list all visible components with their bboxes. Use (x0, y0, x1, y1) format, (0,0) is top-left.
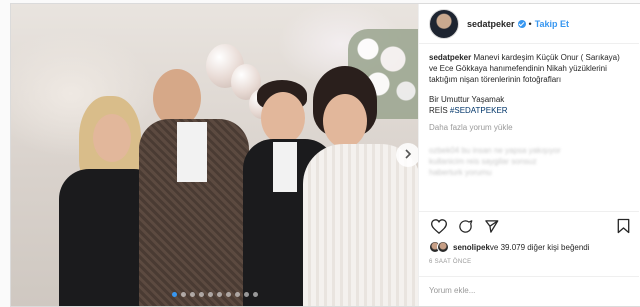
carousel-dot (225, 292, 231, 297)
separator: • (528, 18, 532, 29)
load-more-comments[interactable]: Daha fazla yorum yükle (429, 122, 629, 133)
next-photo-button[interactable] (396, 143, 418, 167)
carousel-dot (234, 292, 240, 297)
avatar[interactable] (429, 8, 459, 39)
carousel-indicator (11, 292, 418, 297)
follow-button[interactable]: Takip Et (535, 19, 569, 29)
carousel-dot (216, 292, 222, 297)
comment-blurred: haberturk yorumu (429, 168, 492, 177)
post-photo[interactable] (11, 4, 418, 306)
likes-count-text[interactable]: ve 39.079 diğer kişi beğendi (490, 243, 590, 252)
avatar (437, 241, 449, 253)
comment-blurred: ozbek04 bu insan ne yapsa yakışıyor (429, 146, 561, 155)
caption-line2: Bir Umuttur Yaşamak (429, 95, 505, 104)
carousel-dot (198, 292, 204, 297)
carousel-dot (189, 292, 195, 297)
verified-badge-icon (517, 19, 526, 28)
likes-username[interactable]: senolipek (453, 243, 490, 252)
carousel-dot (171, 292, 177, 297)
comment-icon[interactable] (455, 216, 475, 236)
carousel-dot (243, 292, 249, 297)
carousel-dot (207, 292, 213, 297)
comment-blurred: kullanicim reis saygilar sonsuz (429, 157, 537, 166)
carousel-dot (252, 292, 258, 297)
bookmark-icon[interactable] (613, 216, 633, 236)
hashtag-link[interactable]: #SEDATPEKER (450, 106, 508, 115)
instagram-post: sedatpeker • Takip Et sedatpeker Manevi … (10, 3, 640, 307)
post-timestamp[interactable]: 6 SAAT ÖNCE (429, 259, 471, 265)
caption-second: Bir Umuttur Yaşamak REİS #SEDATPEKER (429, 94, 629, 116)
caption-username[interactable]: sedatpeker (429, 53, 471, 62)
comment-input[interactable]: Yorum ekle... (419, 276, 639, 306)
username-link[interactable]: sedatpeker (467, 19, 515, 29)
action-bar (419, 211, 639, 237)
share-icon[interactable] (481, 216, 501, 236)
chevron-right-icon (404, 146, 412, 164)
caption-reis: REİS (429, 106, 450, 115)
post-header: sedatpeker • Takip Et (419, 4, 639, 44)
likes-summary: senolipek ve 39.079 diğer kişi beğendi (429, 241, 590, 253)
caption-area: sedatpeker Manevi kardeşim Küçük Onur ( … (419, 44, 639, 222)
caption: sedatpeker Manevi kardeşim Küçük Onur ( … (429, 52, 629, 85)
post-sidebar: sedatpeker • Takip Et sedatpeker Manevi … (418, 4, 639, 306)
heart-icon[interactable] (429, 216, 449, 236)
carousel-dot (180, 292, 186, 297)
